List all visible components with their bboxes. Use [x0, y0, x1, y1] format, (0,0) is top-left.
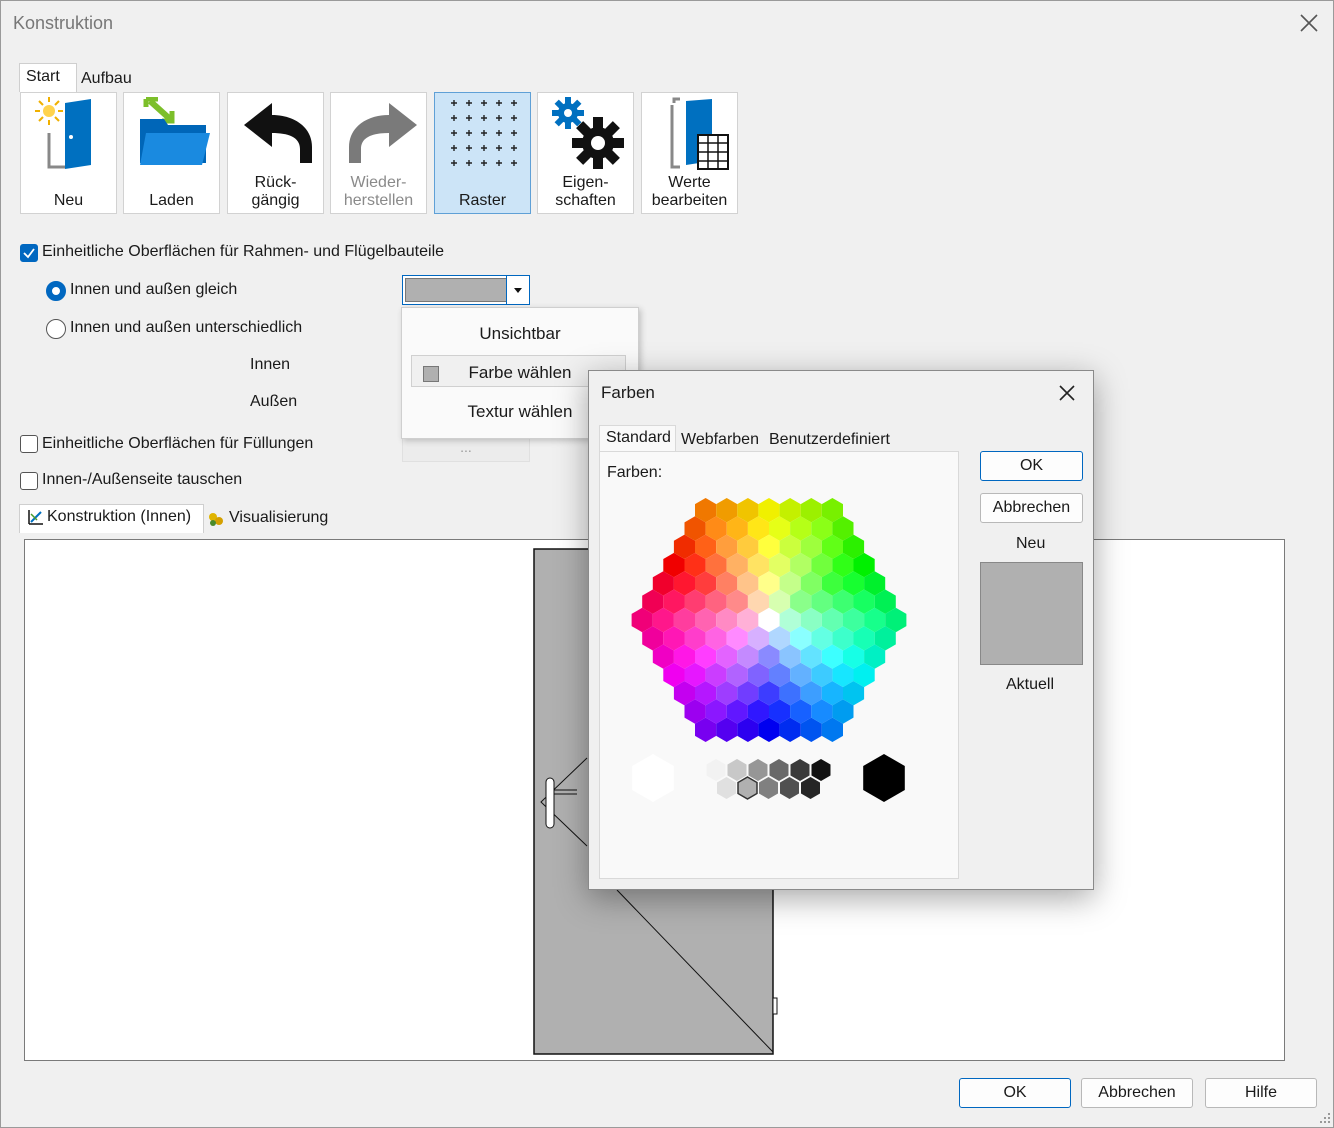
tab-standard[interactable]: Standard: [606, 429, 671, 447]
aussen-label: Außen: [250, 393, 298, 410]
black-color-cell[interactable]: [863, 754, 905, 802]
dialog-abbrechen-button[interactable]: Abbrechen: [980, 493, 1083, 523]
hilfe-button[interactable]: Hilfe: [1205, 1078, 1317, 1108]
tab-konstruktion[interactable]: Konstruktion (Innen): [47, 508, 191, 526]
einheitlich-rahmen-checkbox[interactable]: [20, 244, 38, 262]
close-icon[interactable]: [1297, 11, 1321, 35]
gray-cell[interactable]: [706, 759, 726, 781]
gray-cell[interactable]: [717, 777, 736, 799]
rueck-label-2: gängig: [251, 192, 300, 209]
laden-label: Laden: [149, 192, 194, 209]
tauschen-checkbox[interactable]: [20, 472, 38, 490]
more-button[interactable]: ...: [402, 437, 530, 462]
gleich-label: Innen und außen gleich: [70, 281, 238, 298]
gray-cell[interactable]: [769, 759, 789, 781]
tab-benutzerdefiniert[interactable]: Benutzerdefiniert: [769, 431, 890, 449]
edit-values-table-icon: [670, 97, 729, 170]
einheitlich-rahmen-label: Einheitliche Oberflächen für Rahmen- und…: [42, 243, 445, 260]
tauschen-label: Innen-/Außenseite tauschen: [42, 471, 243, 488]
einheitlich-fuellungen-label: Einheitliche Oberflächen für Füllungen: [42, 435, 314, 452]
werte-bearbeiten-button[interactable]: Werte bearbeiten: [641, 92, 738, 214]
gray-cell[interactable]: [737, 776, 758, 800]
laden-button[interactable]: Laden: [123, 92, 220, 214]
white-color-cell[interactable]: [632, 754, 674, 802]
aktuell-color-label: Aktuell: [1006, 676, 1055, 693]
open-folder-icon: [140, 97, 210, 165]
neu-label: Neu: [53, 192, 84, 209]
combo-arrow[interactable]: [506, 276, 529, 304]
tab-visualisierung[interactable]: Visualisierung: [229, 509, 328, 527]
grid-icon: [451, 100, 517, 166]
colors-dialog-title: Farben: [601, 383, 655, 402]
wieder-label-1: Wieder-: [350, 174, 407, 191]
abbrechen-button[interactable]: Abbrechen: [1081, 1078, 1193, 1108]
redo-icon: [349, 103, 417, 163]
gray-cell[interactable]: [727, 759, 747, 781]
ok-button[interactable]: OK: [959, 1078, 1071, 1108]
tab-start[interactable]: Start: [20, 66, 66, 88]
einheitlich-fuellungen-checkbox[interactable]: [20, 435, 38, 453]
dialog-ok-button[interactable]: OK: [980, 451, 1083, 481]
gray-cell[interactable]: [801, 777, 820, 799]
resize-grip-icon[interactable]: [1319, 1111, 1331, 1125]
eigenschaften-button[interactable]: Eigen-schaften: [537, 92, 634, 214]
surface-color-combobox[interactable]: [402, 275, 530, 305]
konstruktion-window: Konstruktion Start Aufbau Neu Laden Rück…: [0, 0, 1334, 1128]
neu-button[interactable]: Neu: [20, 92, 117, 214]
visualization-icon: [209, 513, 223, 526]
gray-cell[interactable]: [748, 759, 768, 781]
wieder-label-2: herstellen: [343, 192, 414, 209]
menu-item-unsichtbar[interactable]: Unsichtbar: [402, 324, 638, 344]
chevron-down-icon: [514, 288, 522, 293]
window-title: Konstruktion: [13, 13, 114, 33]
gray-cell[interactable]: [759, 777, 778, 799]
color-honeycomb[interactable]: [600, 452, 958, 878]
standard-colors-panel: Farben:: [599, 451, 959, 879]
drawing-icon: [28, 510, 43, 525]
gray-cell[interactable]: [780, 777, 799, 799]
raster-label: Raster: [458, 192, 507, 209]
colors-dialog: Farben Standard Webfarben Benutzerdefini…: [588, 370, 1094, 890]
tab-webfarben[interactable]: Webfarben: [681, 431, 759, 449]
wiederherstellen-button[interactable]: Wieder-herstellen: [330, 92, 427, 214]
unterschiedlich-label: Innen und außen unterschiedlich: [70, 319, 303, 336]
neu-color-label: Neu: [1016, 535, 1046, 552]
innen-label: Innen: [250, 356, 291, 373]
gleich-radio[interactable]: [46, 281, 66, 301]
werte-label-2: bearbeiten: [651, 192, 728, 209]
gray-cell[interactable]: [790, 759, 810, 781]
rueck-label-1: Rück-: [254, 174, 297, 191]
tab-aufbau[interactable]: Aufbau: [75, 68, 138, 90]
werte-label-1: Werte: [668, 174, 711, 191]
eigen-label-2: schaften: [555, 192, 616, 209]
color-preview-swatch: [980, 562, 1083, 665]
checkmark-icon: [23, 248, 35, 259]
unterschiedlich-radio[interactable]: [46, 319, 66, 339]
rueckgaengig-button[interactable]: Rück-gängig: [227, 92, 324, 214]
eigen-label-1: Eigen-: [562, 174, 609, 191]
dialog-close-icon[interactable]: [1056, 382, 1078, 404]
settings-gears-icon: [552, 97, 624, 169]
raster-button[interactable]: Raster: [434, 92, 531, 214]
new-door-icon: [35, 97, 91, 169]
selected-color-swatch: [405, 278, 507, 302]
gray-cell[interactable]: [811, 759, 831, 781]
undo-icon: [244, 103, 312, 163]
